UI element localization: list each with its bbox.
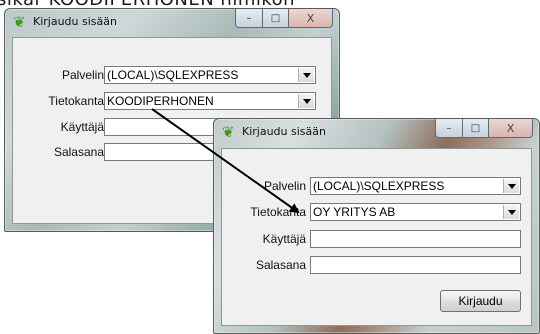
annotation-arrow (151, 108, 300, 214)
